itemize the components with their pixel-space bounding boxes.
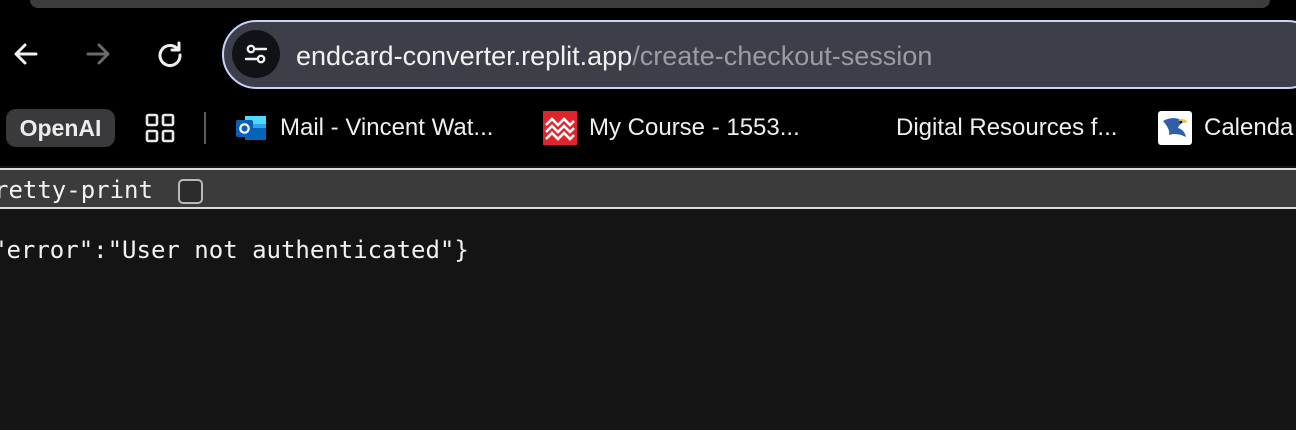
site-info-button[interactable] (232, 30, 280, 78)
bookmarks-bar: OpenAI Mail - Vincent Wat... My Course -… (0, 98, 1296, 166)
bookmark-mail[interactable]: Mail - Vincent Wat... (234, 110, 493, 146)
tune-icon (244, 44, 268, 64)
bookmark-digital-resources[interactable]: Digital Resources f... (896, 110, 1117, 146)
pretty-print-label: retty-print (0, 176, 153, 204)
pretty-print-bar: retty-print (0, 168, 1296, 209)
back-button[interactable] (6, 34, 46, 74)
address-bar[interactable]: endcard-converter.replit.app/create-chec… (222, 20, 1296, 89)
reload-button[interactable] (150, 34, 190, 74)
bookmark-label: Mail - Vincent Wat... (280, 114, 494, 141)
tab-strip (30, 0, 1270, 8)
bookmark-calendar[interactable]: Calenda (1158, 110, 1293, 146)
json-response-body: "error":"User not authenticated"} (0, 236, 469, 264)
bookmark-label: Calenda (1204, 114, 1294, 141)
apps-grid-icon[interactable] (144, 112, 176, 144)
bookmark-label: Digital Resources f... (896, 114, 1118, 141)
url-text[interactable]: endcard-converter.replit.app/create-chec… (296, 40, 932, 72)
eagle-icon (1158, 111, 1192, 145)
mcgraw-hill-icon (543, 111, 577, 145)
bookmark-folder-openai[interactable]: OpenAI (6, 109, 115, 147)
pretty-print-checkbox[interactable] (178, 179, 203, 204)
url-path: /create-checkout-session (632, 41, 933, 71)
browser-toolbar: endcard-converter.replit.app/create-chec… (0, 0, 1296, 98)
bookmarks-divider (204, 112, 206, 144)
bookmark-my-course[interactable]: My Course - 1553... (543, 110, 800, 146)
url-host: endcard-converter.replit.app (296, 41, 633, 71)
outlook-icon (236, 116, 266, 140)
forward-button[interactable] (78, 34, 118, 74)
arrow-right-icon (86, 43, 110, 65)
arrow-left-icon (14, 43, 38, 65)
reload-icon (158, 41, 182, 67)
bookmark-label: My Course - 1553... (589, 114, 800, 141)
